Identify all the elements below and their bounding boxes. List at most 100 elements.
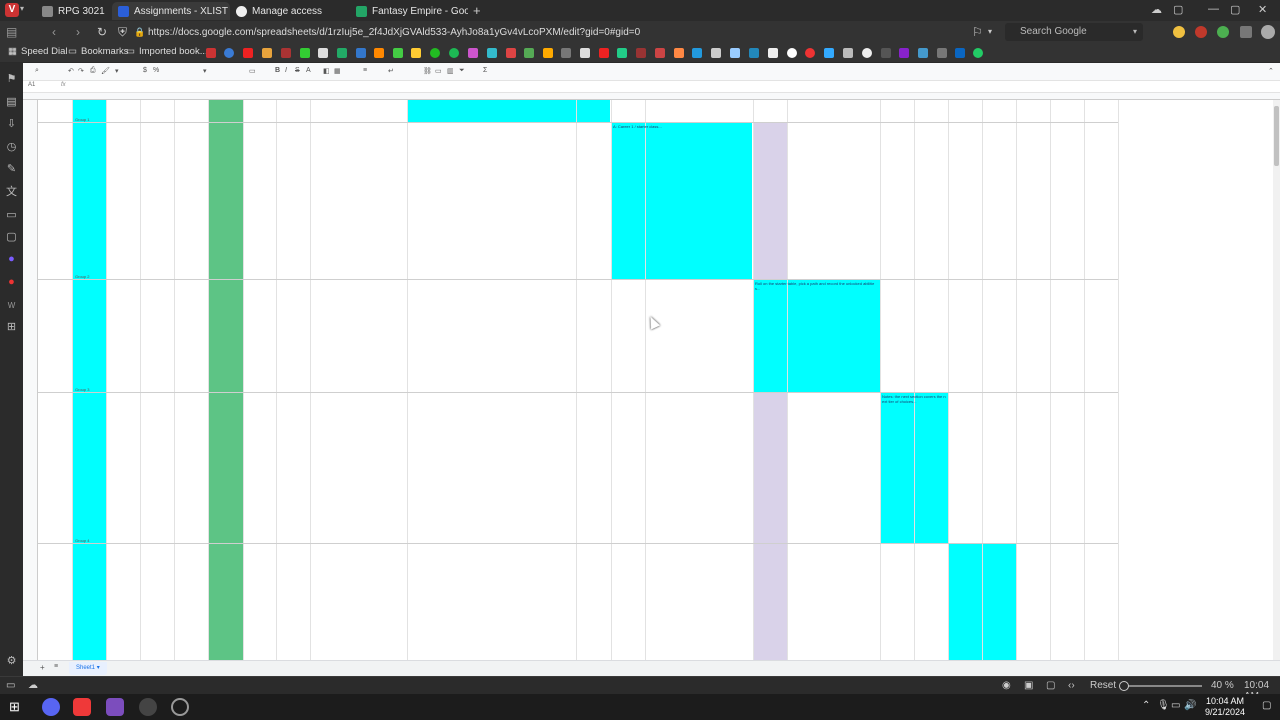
wikipedia-icon[interactable]: W xyxy=(5,299,18,312)
cell-text[interactable]: Roll on the starter table, pick a path a… xyxy=(755,281,877,389)
adblock-icon[interactable] xyxy=(1195,26,1207,38)
panel-toggle-icon[interactable]: ▭ xyxy=(6,680,15,691)
obs-icon[interactable] xyxy=(171,698,189,716)
vivaldi-icon[interactable] xyxy=(73,698,91,716)
italic-icon[interactable]: I xyxy=(285,67,287,77)
bookmark-imported[interactable]: ▭ Imported book... xyxy=(126,46,208,57)
bookmark-icon[interactable] xyxy=(300,48,310,58)
search-field[interactable]: Search Google ▾ xyxy=(1005,23,1143,41)
bookmark-icon[interactable]: ⚐ xyxy=(972,25,983,39)
percent-icon[interactable]: % xyxy=(153,67,159,77)
url-field[interactable]: 🔒 https://docs.google.com/spreadsheets/d… xyxy=(130,24,970,41)
cloud-sync-icon[interactable]: ☁ xyxy=(28,680,38,691)
bookmark-icon[interactable] xyxy=(318,48,328,58)
forward-icon[interactable]: › xyxy=(76,25,80,39)
link-icon[interactable]: ⛓ xyxy=(423,67,432,77)
tab-rpg[interactable]: RPG 3021 xyxy=(36,2,112,20)
tab-manage-access[interactable]: Manage access xyxy=(230,2,348,20)
bookmark-speed-dial[interactable]: ▦ Speed Dial xyxy=(8,46,67,57)
paint-format-icon[interactable]: 🖌 xyxy=(101,67,110,77)
currency-icon[interactable]: $ xyxy=(143,67,147,77)
cell-text[interactable]: Notes: the next section covers the next … xyxy=(882,394,946,540)
avatar[interactable] xyxy=(1261,25,1275,39)
window-panel-icon[interactable]: ▭ xyxy=(5,209,18,222)
vivaldi-logo-icon[interactable]: V xyxy=(5,3,19,17)
bookmark-icon[interactable] xyxy=(506,48,516,58)
bookmark-icon[interactable] xyxy=(730,48,740,58)
formula-bar[interactable]: A1 fx xyxy=(23,81,1280,93)
vivaldi-menu-chevron-icon[interactable]: ▾ xyxy=(20,4,24,13)
column-headers[interactable] xyxy=(23,93,1280,100)
bookmark-icon[interactable] xyxy=(543,48,553,58)
font-select[interactable]: ▾ xyxy=(203,67,207,77)
bookmark-icon[interactable] xyxy=(937,48,947,58)
microphone-icon[interactable]: 🎙 xyxy=(1157,700,1170,711)
close-window-icon[interactable]: ✕ xyxy=(1258,3,1267,16)
vertical-scrollbar[interactable] xyxy=(1273,100,1280,660)
zoom-slider-handle[interactable] xyxy=(1119,681,1129,691)
maximize-icon[interactable]: ▢ xyxy=(1230,3,1240,16)
add-sheet-icon[interactable]: + xyxy=(40,663,45,672)
bookmark-icon[interactable] xyxy=(674,48,684,58)
wrap-icon[interactable]: ↵ xyxy=(388,67,394,77)
extensions-icon[interactable] xyxy=(1240,26,1252,38)
tab-fantasy-empire[interactable]: Fantasy Empire - Google Sh ✕ xyxy=(350,2,468,20)
bookmark-icon[interactable] xyxy=(692,48,702,58)
bookmark-icon[interactable] xyxy=(787,48,797,58)
tray-chevron-icon[interactable]: ⌃ xyxy=(1142,700,1150,711)
scroll-thumb[interactable] xyxy=(1274,106,1279,166)
whatsapp-icon[interactable] xyxy=(430,48,440,58)
chat-icon[interactable]: ▢ xyxy=(5,231,18,244)
spotify-icon[interactable] xyxy=(449,48,459,58)
taskbar-clock[interactable]: 10:04 AM 9/21/2024 xyxy=(1196,696,1254,718)
add-panel-icon[interactable]: ⊞ xyxy=(5,321,18,334)
chevron-down-icon[interactable]: ▾ xyxy=(988,27,992,36)
bookmark-icon[interactable] xyxy=(281,48,291,58)
bookmark-icon[interactable] xyxy=(711,48,721,58)
bookmark-icon[interactable] xyxy=(881,48,891,58)
all-sheets-icon[interactable]: ≡ xyxy=(54,663,58,670)
font-size-field[interactable]: ▭ xyxy=(249,67,256,77)
bookmark-icon[interactable] xyxy=(749,48,759,58)
bookmark-icon[interactable] xyxy=(224,48,234,58)
cell-text[interactable]: A: Career 1 / starter class... xyxy=(613,124,693,274)
undo-icon[interactable]: ↶ xyxy=(68,67,74,77)
bookmark-icon[interactable] xyxy=(524,48,534,58)
panel-toggle-icon[interactable]: ▤ xyxy=(6,25,17,39)
bookmark-icon[interactable] xyxy=(206,48,216,58)
bookmark-icon[interactable] xyxy=(468,48,478,58)
bookmark-icon[interactable] xyxy=(636,48,646,58)
zoom-reset-button[interactable]: Reset xyxy=(1090,680,1116,691)
reading-list-icon[interactable]: ▤ xyxy=(5,96,18,109)
menu-search-icon[interactable]: ⌕ xyxy=(35,67,39,77)
new-tab-icon[interactable]: + xyxy=(473,3,481,18)
bookmark-icon[interactable] xyxy=(487,48,497,58)
cell-grid[interactable]: Group 1 Group 2 Group 3 Group 4 A: Caree… xyxy=(38,100,1280,660)
bookmark-icon[interactable] xyxy=(617,48,627,58)
extension-icon[interactable] xyxy=(1217,26,1229,38)
strikethrough-icon[interactable]: S xyxy=(295,67,300,77)
sheet-tab[interactable]: Sheet1 ▾ xyxy=(69,662,107,675)
print-icon[interactable]: ⎙ xyxy=(90,67,96,77)
notes-icon[interactable]: ✎ xyxy=(5,163,18,176)
wallet-icon[interactable] xyxy=(1173,26,1185,38)
bookmark-icon[interactable] xyxy=(599,48,609,58)
mastodon-icon[interactable]: ● xyxy=(5,253,18,266)
bookmark-icon[interactable] xyxy=(973,48,983,58)
zoom-select[interactable]: ▾ xyxy=(115,67,119,77)
comment-icon[interactable]: ▭ xyxy=(435,67,442,77)
bookmark-icon[interactable] xyxy=(768,48,778,58)
bookmark-icon[interactable] xyxy=(580,48,590,58)
tiling-icon[interactable]: ▢ xyxy=(1046,680,1055,691)
bookmark-icon[interactable] xyxy=(843,48,853,58)
discord-icon[interactable] xyxy=(42,698,60,716)
zoom-slider[interactable] xyxy=(1120,685,1202,687)
bookmark-icon[interactable] xyxy=(899,48,909,58)
bookmark-icon[interactable] xyxy=(805,48,815,58)
bookmark-icon[interactable] xyxy=(337,48,347,58)
windows-start-icon[interactable]: ⊞ xyxy=(9,699,20,715)
tab-tiling-icon[interactable]: ▢ xyxy=(1173,3,1183,16)
image-icon[interactable]: ▣ xyxy=(1024,680,1033,691)
translate-icon[interactable]: 文 xyxy=(5,186,18,199)
bookmark-icon[interactable] xyxy=(824,48,834,58)
